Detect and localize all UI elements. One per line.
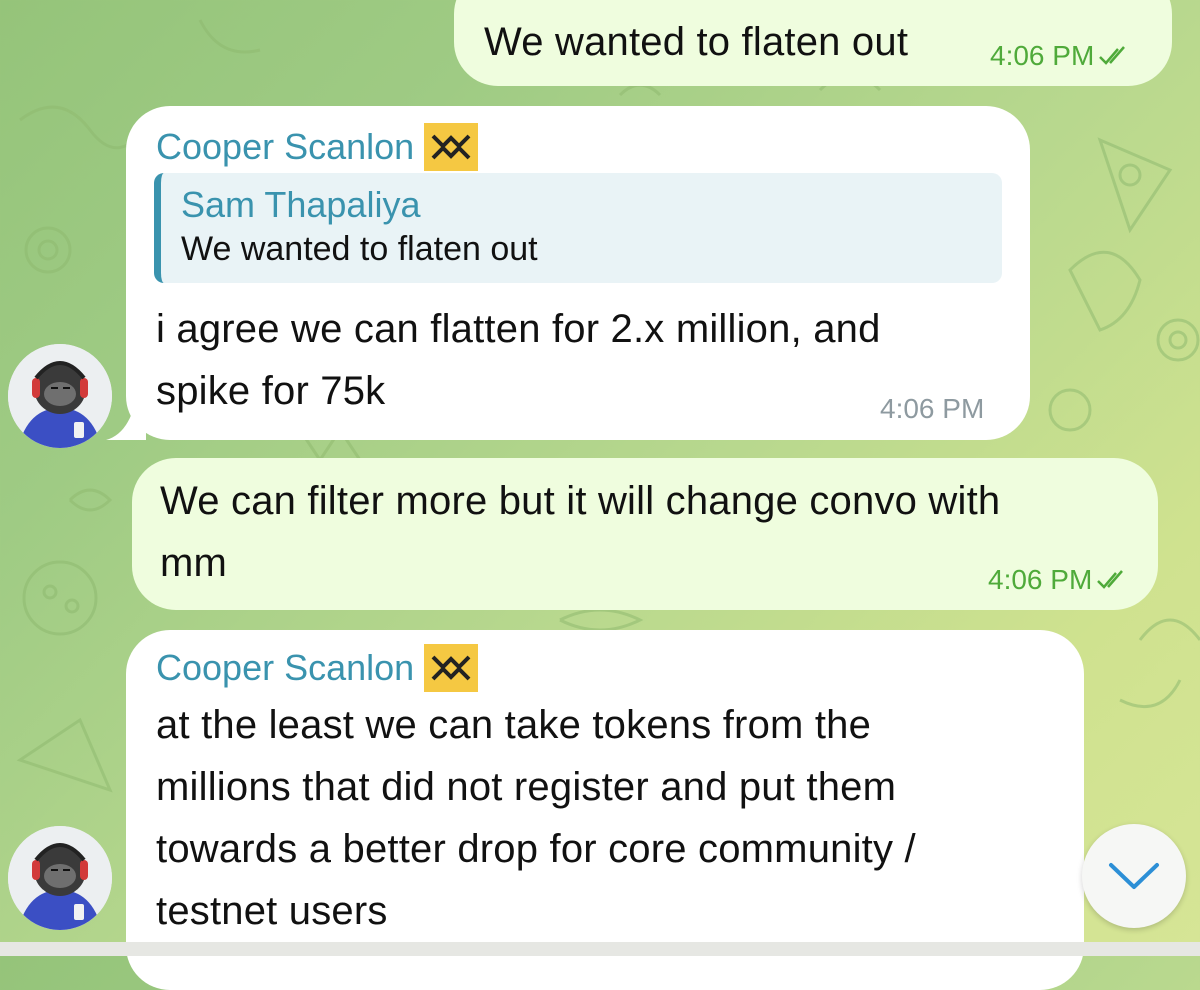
yellow-logo-badge xyxy=(424,123,479,171)
double-check-icon xyxy=(1092,569,1130,591)
bottom-bar xyxy=(0,942,1200,956)
message-timestamp: 4:06 PM xyxy=(988,564,1130,596)
message-time: 4:06 PM xyxy=(880,393,985,424)
bubble-tail xyxy=(106,400,146,440)
sender-name-text: Cooper Scanlon xyxy=(156,647,415,688)
avatar[interactable] xyxy=(8,826,112,930)
chevron-down-icon xyxy=(1109,863,1159,889)
double-check-icon xyxy=(1094,45,1132,67)
incoming-message-bubble[interactable]: Cooper Scanlon Sam Thapaliya We wanted t… xyxy=(126,106,1030,440)
message-text-line: millions that did not register and put t… xyxy=(156,765,897,809)
message-text-line: at the least we can take tokens from the xyxy=(156,703,872,747)
incoming-message-bubble[interactable]: Cooper Scanlon at the least we can take … xyxy=(126,630,1084,990)
message-text-line: spike for 75k xyxy=(156,369,386,413)
message-text-line: i agree we can flatten for 2.x million, … xyxy=(156,307,881,351)
avatar[interactable] xyxy=(8,344,112,448)
outgoing-message-bubble[interactable]: We wanted to flaten out 4:06 PM xyxy=(454,0,1172,86)
message-text-line: testnet users xyxy=(156,889,388,933)
message-timestamp: 4:06 PM xyxy=(990,40,1132,72)
message-text-line: mm xyxy=(160,541,228,585)
scroll-to-bottom-button[interactable] xyxy=(1082,824,1186,928)
message-text: We wanted to flaten out xyxy=(484,20,909,64)
sender-name[interactable]: Cooper Scanlon xyxy=(156,123,479,171)
yellow-logo-badge xyxy=(424,644,479,692)
reply-text: We wanted to flaten out xyxy=(181,230,538,268)
message-text-line: We can filter more but it will change co… xyxy=(160,479,1001,523)
message-time: 4:06 PM xyxy=(988,564,1093,595)
reply-sender-name: Sam Thapaliya xyxy=(181,184,421,225)
message-text-line: towards a better drop for core community… xyxy=(156,827,916,871)
message-time: 4:06 PM xyxy=(990,40,1095,71)
sender-name-text: Cooper Scanlon xyxy=(156,126,415,167)
reply-quote[interactable]: Sam Thapaliya We wanted to flaten out xyxy=(154,173,1002,283)
outgoing-message-bubble[interactable]: We can filter more but it will change co… xyxy=(132,458,1158,610)
sender-name[interactable]: Cooper Scanlon xyxy=(156,644,479,692)
